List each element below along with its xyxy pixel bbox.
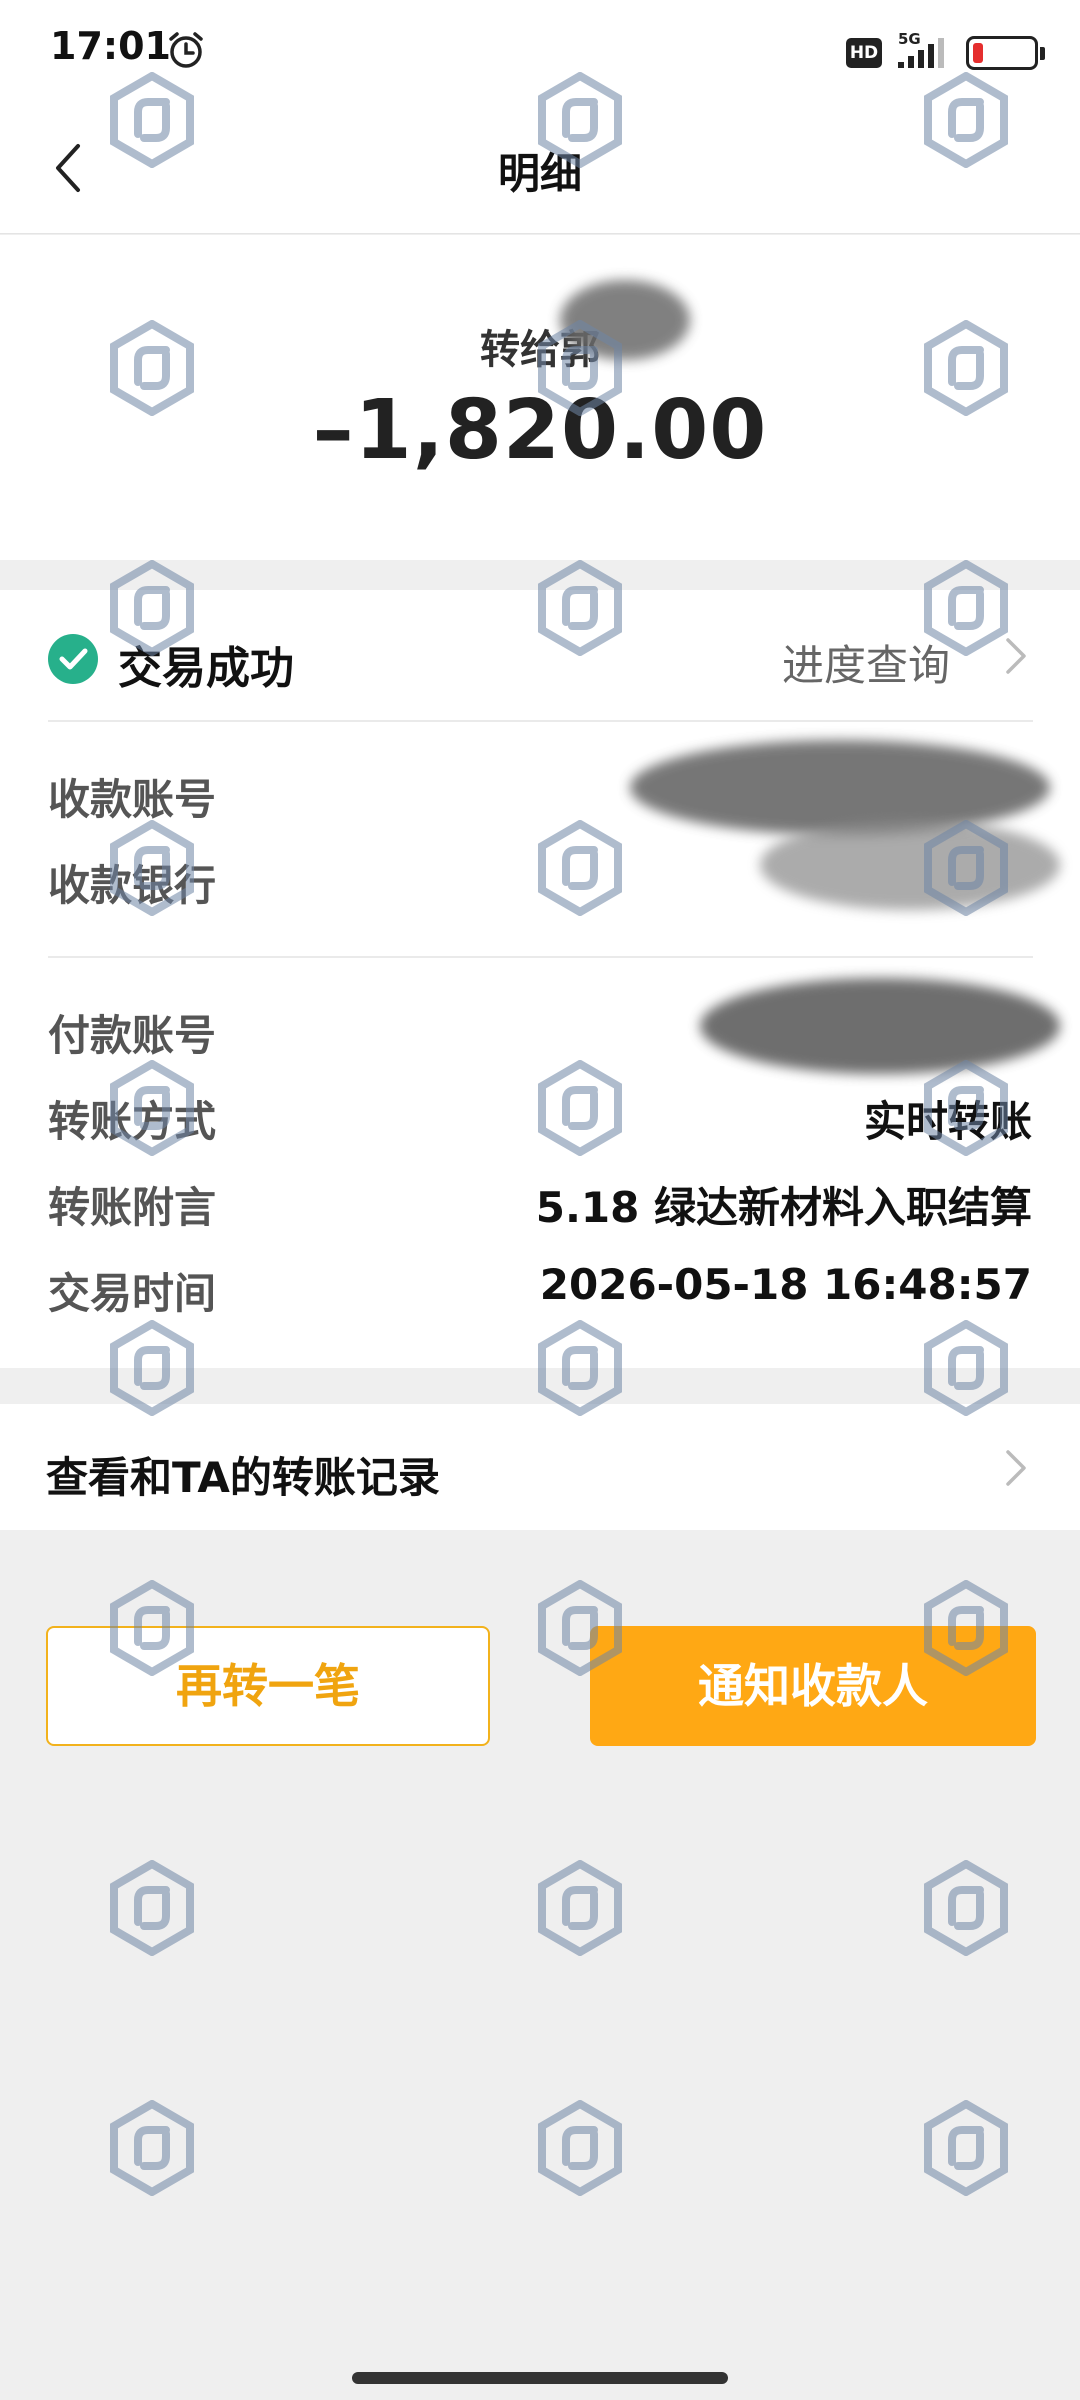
watermark-logo-icon xyxy=(538,560,622,656)
payee-account-label: 收款账号 xyxy=(48,775,217,824)
payer-account-label: 付款账号 xyxy=(48,1011,217,1060)
alarm-icon xyxy=(169,32,203,68)
watermark-logo-icon xyxy=(924,1580,1008,1676)
watermark-logo-icon xyxy=(110,1860,194,1956)
watermark-logo-icon xyxy=(924,72,1008,168)
battery-fill xyxy=(973,43,983,63)
watermark-logo-icon xyxy=(538,1320,622,1416)
divider xyxy=(48,720,1033,722)
watermark-logo-icon xyxy=(924,2100,1008,2196)
watermark-logo-icon xyxy=(110,72,194,168)
watermark-logo-icon xyxy=(110,1320,194,1416)
home-indicator[interactable] xyxy=(352,2372,728,2384)
redaction-scribble xyxy=(760,820,1060,910)
signal-icon: 5G xyxy=(898,30,944,68)
watermark-logo-icon xyxy=(110,320,194,416)
watermark-logo-icon xyxy=(538,820,622,916)
check-circle-icon xyxy=(48,634,98,684)
watermark-logo-icon xyxy=(110,1060,194,1156)
transaction-time-label: 交易时间 xyxy=(48,1269,217,1318)
battery-icon xyxy=(966,36,1045,70)
detail-card: 交易成功 进度查询 收款账号 收款银行 付款账号 转账方式 实时转账 转账附言 … xyxy=(0,590,1080,1368)
watermark-logo-icon xyxy=(924,1320,1008,1416)
watermark-logo-icon xyxy=(538,1860,622,1956)
chevron-right-icon xyxy=(1006,1450,1026,1486)
watermark-logo-icon xyxy=(538,1580,622,1676)
watermark-logo-icon xyxy=(924,1060,1008,1156)
network-type: 5G xyxy=(898,30,921,48)
status-time: 17:01 xyxy=(50,24,171,68)
watermark-logo-icon xyxy=(924,1860,1008,1956)
watermark-logo-icon xyxy=(110,560,194,656)
hd-badge: HD xyxy=(846,38,882,68)
watermark-logo-icon xyxy=(538,1060,622,1156)
watermark-logo-icon xyxy=(110,820,194,916)
watermark-logo-icon xyxy=(110,1580,194,1676)
memo-value: 5.18 绿达新材料入职结算 xyxy=(535,1183,1032,1232)
transfer-records-label: 查看和TA的转账记录 xyxy=(46,1453,440,1502)
watermark-logo-icon xyxy=(538,320,622,416)
divider xyxy=(48,956,1033,958)
watermark-logo-icon xyxy=(924,820,1008,916)
watermark-logo-icon xyxy=(110,2100,194,2196)
watermark-logo-icon xyxy=(924,320,1008,416)
transaction-time-value: 2026-05-18 16:48:57 xyxy=(539,1260,1032,1309)
watermark-logo-icon xyxy=(538,72,622,168)
transfer-records-link[interactable]: 查看和TA的转账记录 xyxy=(0,1404,1080,1530)
watermark-logo-icon xyxy=(924,560,1008,656)
watermark-logo-icon xyxy=(538,2100,622,2196)
memo-label: 转账附言 xyxy=(48,1183,217,1232)
